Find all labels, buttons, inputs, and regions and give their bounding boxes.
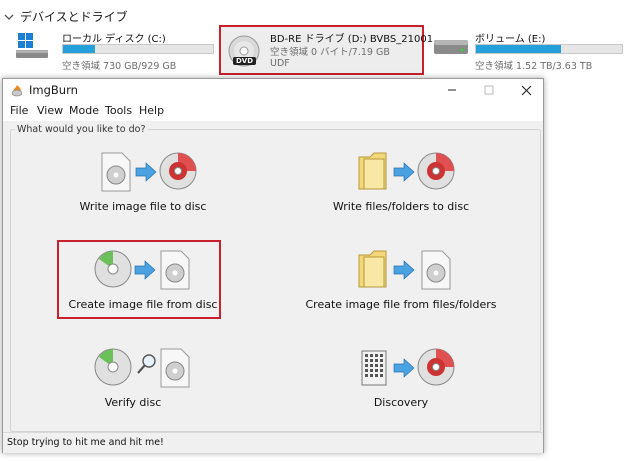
folder-to-image-icon — [358, 250, 451, 290]
discovery-label: Discovery — [373, 396, 429, 409]
title-bar[interactable]: ImgBurn — [3, 79, 543, 101]
close-button[interactable] — [509, 79, 543, 101]
minimize-button[interactable] — [435, 79, 469, 101]
drive-e-name: ボリューム (E:) — [475, 34, 546, 45]
menu-file[interactable]: File — [10, 104, 28, 117]
menu-view[interactable]: View — [37, 104, 63, 117]
menu-mode[interactable]: Mode — [69, 104, 99, 117]
create-image-from-files-button[interactable]: Create image file from files/folders — [305, 247, 497, 317]
chevron-down-icon — [4, 14, 14, 20]
discovery-button[interactable]: Discovery — [321, 345, 481, 415]
task-group-caption: What would you like to do? — [15, 124, 148, 135]
dvd-badge: DVD — [233, 57, 257, 65]
drive-e-usage-fill — [476, 45, 561, 53]
drive-d-free-space: 空き領域 0 バイト/7.19 GB — [270, 47, 390, 58]
write-files-to-disc-button[interactable]: Write files/folders to disc — [321, 149, 481, 219]
discovery-icon — [361, 348, 455, 386]
drive-c[interactable]: ローカル ディスク (C:) 空き領域 730 GB/929 GB — [0, 28, 215, 76]
drive-c-usage-fill — [63, 45, 95, 53]
verify-disc-label: Verify disc — [104, 396, 162, 409]
create-image-from-files-label: Create image file from files/folders — [305, 298, 497, 311]
devices-section-header[interactable]: デバイスとドライブ — [4, 8, 128, 25]
verify-disc-button[interactable]: Verify disc — [63, 345, 223, 415]
write-image-to-disc-label: Write image file to disc — [79, 200, 207, 213]
maximize-icon — [484, 85, 494, 95]
drive-c-name: ローカル ディスク (C:) — [62, 34, 166, 45]
drive-e-usage-bar — [475, 44, 623, 54]
hard-drive-icon — [434, 40, 468, 54]
imgburn-app-icon — [11, 85, 23, 97]
verify-disc-icon — [94, 348, 190, 388]
drive-c-usage-bar — [62, 44, 214, 54]
explorer-devices-pane: デバイスとドライブ ローカル ディスク (C:) 空き領域 730 GB/929… — [0, 0, 640, 82]
minimize-icon — [448, 89, 456, 91]
menu-bar: File View Mode Tools Help — [3, 101, 543, 121]
write-files-to-disc-label: Write files/folders to disc — [332, 200, 470, 213]
drive-e[interactable]: ボリューム (E:) 空き領域 1.52 TB/3.63 TB — [432, 28, 640, 76]
drive-d-filesystem: UDF — [270, 58, 290, 69]
menu-help[interactable]: Help — [139, 104, 164, 117]
windows-drive-icon — [16, 33, 48, 58]
menu-tools[interactable]: Tools — [105, 104, 132, 117]
maximize-button[interactable] — [472, 79, 506, 101]
write-image-to-disc-button[interactable]: Write image file to disc — [63, 149, 223, 219]
drive-c-free-space: 空き領域 730 GB/929 GB — [62, 61, 177, 72]
drive-e-free-space: 空き領域 1.52 TB/3.63 TB — [475, 61, 593, 72]
status-text: Stop trying to hit me and hit me! — [7, 437, 164, 448]
status-bar: Stop trying to hit me and hit me! — [3, 432, 543, 453]
drive-d-name: BD-RE ドライブ (D:) BVBS_21001 — [270, 34, 434, 45]
window-title: ImgBurn — [29, 83, 78, 97]
devices-section-title: デバイスとドライブ — [20, 10, 128, 24]
folder-to-disc-icon — [358, 152, 455, 190]
image-to-disc-icon — [101, 152, 197, 192]
close-icon — [521, 85, 531, 95]
create-image-highlight-frame — [57, 240, 221, 319]
drive-d[interactable]: DVD BD-RE ドライブ (D:) BVBS_21001 空き領域 0 バイ… — [220, 26, 433, 76]
